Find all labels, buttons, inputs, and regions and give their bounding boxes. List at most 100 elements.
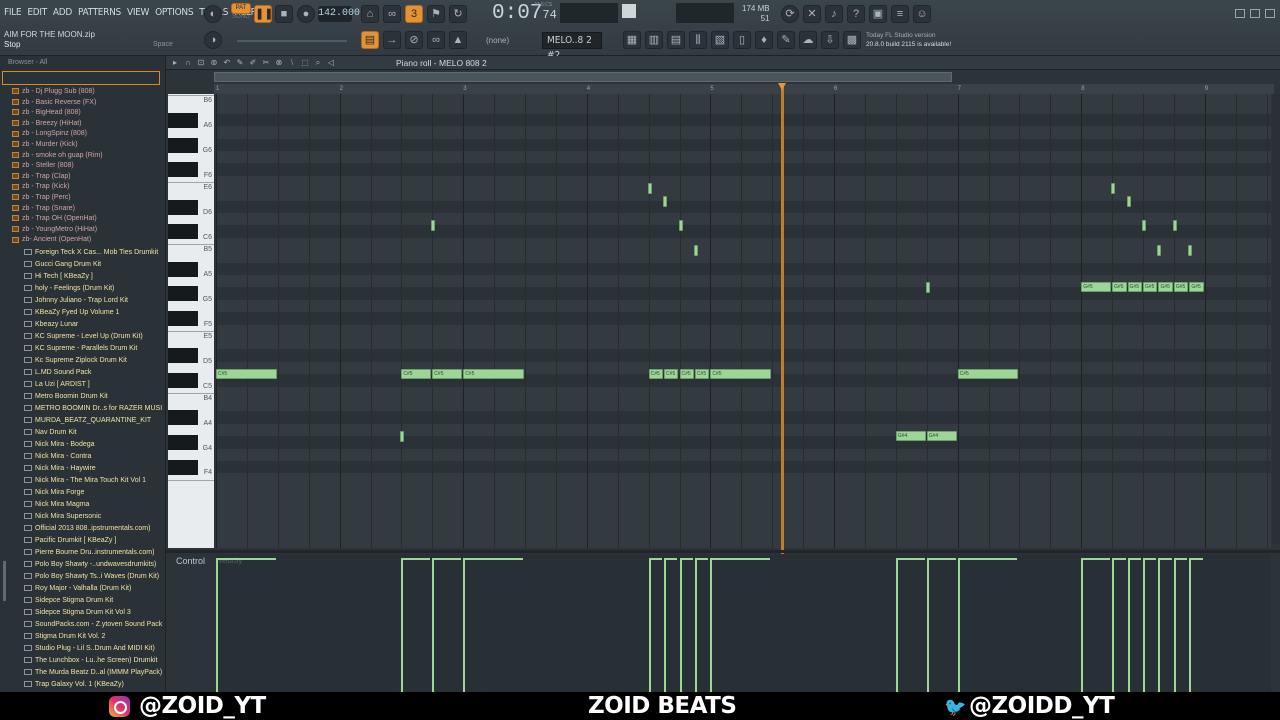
download-icon[interactable]: ⇩ — [821, 31, 839, 49]
countdown-icon[interactable]: 3 — [405, 5, 423, 23]
cpu-knob-icon[interactable]: ◐ — [204, 5, 222, 23]
browser-folder[interactable]: METRO BOOMIN Dr..s for RAZER MUSIC — [0, 404, 162, 415]
velocity-stem[interactable] — [1127, 558, 1130, 692]
browser-folder[interactable]: Roy Major - Valhalla (Drum Kit) — [0, 584, 162, 595]
playlist-icon[interactable]: ▦ — [623, 31, 641, 49]
zoom-icon[interactable]: ⌕ — [313, 57, 323, 68]
browser-folder[interactable]: holy - Feelings (Drum Kit) — [0, 284, 162, 295]
note[interactable]: G#5 — [1173, 282, 1189, 293]
black-key[interactable] — [168, 162, 198, 178]
velocity-stem[interactable] — [1158, 558, 1161, 692]
minimize-icon[interactable] — [1235, 9, 1245, 18]
browser-folder[interactable]: Hi Tech [ KBeaZy ] — [0, 272, 162, 283]
loop-record-icon[interactable]: ↻ — [449, 5, 467, 23]
control-label[interactable]: Control — [176, 556, 205, 566]
select-icon[interactable]: ⬚ — [300, 57, 310, 68]
black-key[interactable] — [168, 261, 198, 277]
note[interactable]: C#5 — [710, 369, 772, 380]
browser-item[interactable]: zb - Steller (808) — [0, 161, 162, 172]
undo-icon[interactable]: ↶ — [222, 57, 232, 68]
browser-folder[interactable]: L.MD Sound Pack — [0, 368, 162, 379]
browser-item[interactable]: zb - Murder (Kick) — [0, 140, 162, 151]
velocity-stem[interactable] — [694, 558, 697, 692]
black-key[interactable] — [168, 373, 198, 389]
browser-search[interactable] — [2, 71, 160, 85]
menu-file[interactable]: FILE — [4, 7, 22, 18]
browser-folder[interactable]: Foreign Teck X Cas... Mob Ties Drumkit — [0, 248, 162, 259]
note[interactable]: C#5 — [432, 369, 463, 380]
browser-item[interactable]: zb - BigHead (808) — [0, 108, 162, 119]
piano-roll-window-icon[interactable]: ▤ — [667, 31, 685, 49]
arrow-icon[interactable]: → — [383, 31, 401, 49]
browser-folder[interactable]: La Uzi [ ARDIST ] — [0, 380, 162, 391]
browser-folder[interactable]: KC Supreme - Parallels Drum Kit — [0, 344, 162, 355]
snap-select[interactable]: (none) — [482, 32, 530, 49]
slice-icon[interactable]: ⧵ — [287, 57, 297, 68]
black-key[interactable] — [168, 435, 198, 451]
note[interactable]: G#5 — [1189, 282, 1204, 293]
short-note[interactable] — [1172, 220, 1177, 232]
master-pitch-slider[interactable] — [237, 40, 347, 42]
paint-icon[interactable]: ✐ — [248, 57, 258, 68]
velocity-stem[interactable] — [216, 558, 218, 692]
menu-edit[interactable]: EDIT — [27, 7, 47, 18]
browser-folder[interactable]: Polo Boy Shawty -..undwavesdrumkits) — [0, 560, 162, 571]
velocity-stem[interactable] — [1112, 558, 1115, 692]
note[interactable]: C#5 — [463, 369, 524, 380]
browser-folder[interactable]: Nick Mira - Haywire — [0, 464, 162, 475]
browser-item[interactable]: zb - Trap (Snare) — [0, 204, 162, 215]
browser-item[interactable]: zb- Ancient (OpenHat) — [0, 235, 162, 246]
browser-item[interactable]: zb - Basic Reverse (FX) — [0, 98, 162, 109]
browser-folder[interactable]: The Lunchbox - Lu..he Screen) Drumkit — [0, 656, 162, 667]
browser-folder[interactable]: Kbeazy Lunar — [0, 320, 162, 331]
piano-roll-overview[interactable] — [214, 72, 952, 82]
browser-folder[interactable]: Pacific Drumkit [ KBeaZy ] — [0, 536, 162, 547]
velocity-stem[interactable] — [1189, 558, 1192, 692]
maximize-icon[interactable] — [1250, 9, 1260, 18]
browser-folder[interactable]: Stigma Drum Kit Vol. 2 — [0, 632, 162, 643]
note[interactable]: C#5 — [216, 369, 277, 380]
browser-folder[interactable]: Pierre Bourne Dru..instrumentals.com) — [0, 548, 162, 559]
browser-item[interactable]: zb - Trap (Perc) — [0, 193, 162, 204]
black-key[interactable] — [168, 112, 198, 128]
black-key[interactable] — [168, 311, 198, 327]
event-divider[interactable] — [166, 550, 1280, 553]
note[interactable]: G#5 — [1158, 282, 1173, 293]
browser-folder[interactable]: Sidepce Stigma Drum Kit Vol 3 — [0, 608, 162, 619]
short-note[interactable] — [1111, 183, 1116, 195]
velocity-stem[interactable] — [895, 558, 898, 692]
velocity-stem[interactable] — [957, 558, 960, 692]
black-key[interactable] — [168, 460, 198, 476]
note[interactable]: C#5 — [957, 369, 1019, 380]
velocity-stem[interactable] — [664, 558, 667, 692]
news-panel[interactable]: Today FL Studio version 20.8.0 build 2115… — [866, 31, 974, 51]
tools-icon[interactable]: ✎ — [777, 31, 795, 49]
note[interactable]: C#5 — [664, 369, 679, 380]
pattern-select[interactable]: MELO..8 2 #2 — [542, 32, 602, 61]
browser-folder[interactable]: Johnny Juliano - Trap Lord Kit — [0, 296, 162, 307]
browser-item[interactable]: zb - Trap (Clap) — [0, 172, 162, 183]
short-note[interactable] — [1188, 245, 1193, 257]
link-icon[interactable]: ∞ — [427, 31, 445, 49]
short-note[interactable] — [663, 195, 668, 207]
browser-folder[interactable]: SoundPacks.com - Z.ytoven Sound Pack — [0, 620, 162, 631]
store-icon[interactable]: ▩ — [843, 31, 861, 49]
song-mode-toggle[interactable]: SONG — [231, 14, 251, 23]
browser-folder[interactable]: Nick Mira - The Mira Touch Kit Vol 1 — [0, 476, 162, 487]
piano-keyboard[interactable]: B6 A6 G6 F6 E6 D6 C6 B5 A5 G5 F5 E5 D5 C5 B4 A4 G4 F4 — [168, 94, 214, 548]
black-key[interactable] — [168, 410, 198, 426]
stamp-icon[interactable]: ⊘ — [405, 31, 423, 49]
note[interactable]: C#5 — [694, 369, 710, 380]
tempo-display[interactable]: 142.000 — [318, 6, 360, 22]
plugin-icon[interactable]: ✕ — [803, 5, 821, 23]
note[interactable]: C#5 — [679, 369, 694, 380]
velocity-stem[interactable] — [401, 558, 404, 692]
browser-folder[interactable]: Nick Mira - Contra — [0, 452, 162, 463]
browser-folder[interactable]: Trap Galaxy Vol. 1 (KBeaZy) — [0, 680, 162, 691]
menu-options[interactable]: OPTIONS — [155, 7, 193, 18]
velocity-stem[interactable] — [1143, 558, 1145, 692]
browser-folder[interactable]: KC Supreme - Level Up (Drum Kit) — [0, 332, 162, 343]
browser-folder[interactable]: Studio Plug - Lil S..Drum And MIDI Kit) — [0, 644, 162, 655]
plug-icon[interactable]: ♦ — [755, 31, 773, 49]
note[interactable]: G#4 — [895, 431, 926, 442]
